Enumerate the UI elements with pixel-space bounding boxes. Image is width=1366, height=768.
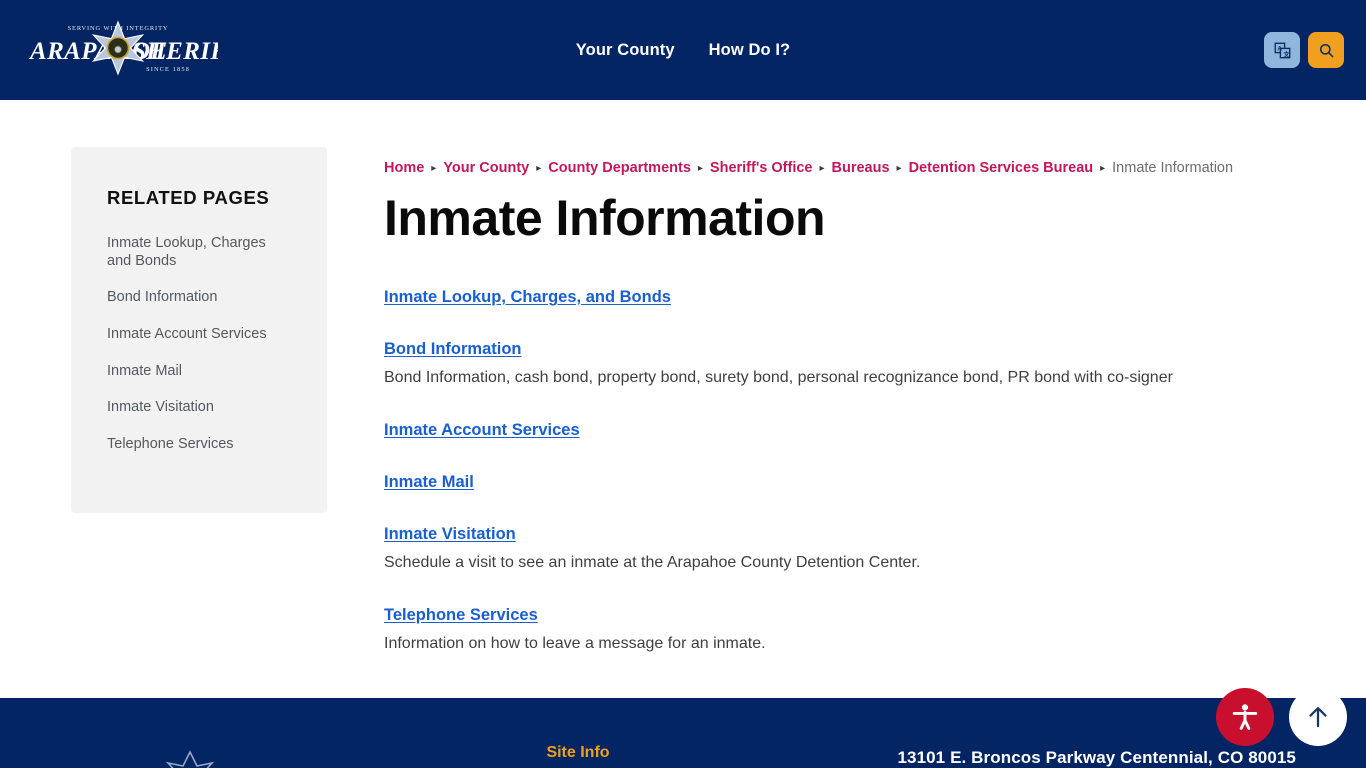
breadcrumb-separator-icon: ▸ (896, 163, 902, 174)
page-body: RELATED PAGES Inmate Lookup, Charges and… (0, 100, 1366, 698)
search-icon (1319, 43, 1333, 57)
svg-text:A: A (1277, 45, 1282, 52)
breadcrumb-separator-icon: ▸ (536, 163, 542, 174)
sidebar-item-inmate-lookup[interactable]: Inmate Lookup, Charges and Bonds (107, 235, 293, 270)
svg-text:文: 文 (1283, 49, 1290, 58)
content-link-telephone-services[interactable]: Telephone Services (384, 604, 538, 626)
sidebar-item-inmate-account-services[interactable]: Inmate Account Services (107, 326, 293, 344)
nav-item-how-do-i[interactable]: How Do I? (709, 36, 791, 64)
site-header: SERVING WITH INTEGRITY ARAPAHOE SHERIFF … (0, 0, 1366, 100)
main-navigation: Your County How Do I? (0, 36, 1366, 64)
header-actions: A 文 (1264, 32, 1344, 68)
content-description-inmate-visitation: Schedule a visit to see an inmate at the… (384, 554, 921, 571)
content-section-bond-information: Bond Information Bond Information, cash … (384, 338, 1294, 389)
arrow-up-icon (1309, 707, 1327, 728)
scroll-to-top-button[interactable] (1289, 688, 1347, 746)
content-link-inmate-lookup[interactable]: Inmate Lookup, Charges, and Bonds (384, 286, 671, 308)
translate-icon: A 文 (1274, 42, 1290, 58)
breadcrumb-separator-icon: ▸ (1100, 163, 1106, 174)
sidebar-item-telephone-services[interactable]: Telephone Services (107, 436, 293, 454)
content-description-telephone-services: Information on how to leave a message fo… (384, 635, 766, 652)
footer-address: 13101 E. Broncos Parkway Centennial, CO … (897, 748, 1296, 767)
content-link-inmate-account-services[interactable]: Inmate Account Services (384, 419, 580, 441)
breadcrumb-item-your-county[interactable]: Your County (443, 160, 529, 176)
sidebar-item-inmate-mail[interactable]: Inmate Mail (107, 363, 293, 381)
main-content-column: Home ▸ Your County ▸ County Departments ▸ Sher… (384, 157, 1294, 655)
breadcrumb-item-sheriffs-office[interactable]: Sheriff's Office (710, 160, 813, 176)
related-pages-sidebar: RELATED PAGES Inmate Lookup, Charges and… (71, 147, 327, 513)
content-link-inmate-visitation[interactable]: Inmate Visitation (384, 523, 516, 545)
breadcrumb-current-page: Inmate Information (1112, 160, 1234, 176)
content-section-inmate-visitation: Inmate Visitation Schedule a visit to se… (384, 523, 1294, 574)
content-description-bond-information: Bond Information, cash bond, property bo… (384, 369, 1173, 386)
content-link-inmate-mail[interactable]: Inmate Mail (384, 471, 474, 493)
accessibility-button[interactable] (1216, 688, 1274, 746)
breadcrumb-separator-icon: ▸ (697, 163, 703, 174)
accessibility-person-icon (1232, 704, 1258, 730)
sidebar-item-inmate-visitation[interactable]: Inmate Visitation (107, 399, 293, 417)
content-section-inmate-lookup: Inmate Lookup, Charges, and Bonds (384, 286, 1294, 308)
breadcrumb-item-county-departments[interactable]: County Departments (548, 160, 691, 176)
breadcrumb-separator-icon: ▸ (819, 163, 825, 174)
breadcrumb-item-detention-services-bureau[interactable]: Detention Services Bureau (909, 160, 1094, 176)
breadcrumb-separator-icon: ▸ (431, 163, 437, 174)
content-section-telephone-services: Telephone Services Information on how to… (384, 604, 1294, 655)
logo-tagline-bottom: SINCE 1858 (146, 66, 190, 73)
content-section-inmate-account-services: Inmate Account Services (384, 419, 1294, 441)
sidebar-title: RELATED PAGES (107, 187, 270, 208)
search-button[interactable] (1308, 32, 1344, 68)
content-link-bond-information[interactable]: Bond Information (384, 338, 521, 360)
site-footer: Site Info 13101 E. Broncos Parkway Cente… (0, 698, 1366, 768)
breadcrumb: Home ▸ Your County ▸ County Departments ▸ Sher… (384, 157, 1264, 181)
page-title: Inmate Information (384, 190, 826, 246)
content-section-inmate-mail: Inmate Mail (384, 471, 1294, 493)
breadcrumb-item-bureaus[interactable]: Bureaus (832, 160, 890, 176)
sidebar-item-bond-information[interactable]: Bond Information (107, 289, 293, 307)
translate-button[interactable]: A 文 (1264, 32, 1300, 68)
breadcrumb-item-home[interactable]: Home (384, 160, 424, 176)
nav-item-your-county[interactable]: Your County (576, 36, 675, 64)
